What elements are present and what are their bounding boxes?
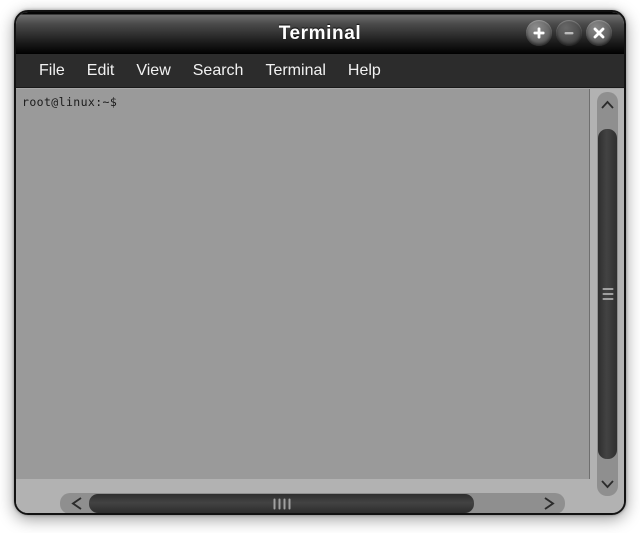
scroll-right-button[interactable] xyxy=(533,493,563,513)
scroll-up-button[interactable] xyxy=(597,92,618,118)
vertical-scrollbar-thumb[interactable] xyxy=(598,129,617,459)
window-controls xyxy=(526,20,612,46)
titlebar[interactable]: Terminal xyxy=(16,12,624,54)
scroll-down-button[interactable] xyxy=(597,470,618,496)
scroll-left-button[interactable] xyxy=(62,493,92,513)
minimize-button[interactable] xyxy=(556,20,582,46)
menu-item-terminal[interactable]: Terminal xyxy=(254,59,336,83)
terminal-output-area[interactable]: root@linux:~$ xyxy=(16,89,590,479)
horizontal-scrollbar[interactable] xyxy=(16,489,590,513)
maximize-button[interactable] xyxy=(526,20,552,46)
menu-item-search[interactable]: Search xyxy=(182,59,255,83)
menu-item-view[interactable]: View xyxy=(125,59,181,83)
terminal-prompt-line: root@linux:~$ xyxy=(22,95,118,109)
menubar: File Edit View Search Terminal Help xyxy=(16,54,624,88)
client-area: root@linux:~$ xyxy=(16,89,624,513)
terminal-window: Terminal File Edit View Search Terminal … xyxy=(14,10,626,515)
vertical-thumb-grip-icon xyxy=(602,288,613,300)
menu-item-help[interactable]: Help xyxy=(337,59,392,83)
horizontal-scrollbar-thumb[interactable] xyxy=(89,494,474,513)
close-button[interactable] xyxy=(586,20,612,46)
vertical-scrollbar[interactable] xyxy=(590,89,624,501)
horizontal-thumb-grip-icon xyxy=(273,498,290,509)
menu-item-edit[interactable]: Edit xyxy=(76,59,126,83)
menu-item-file[interactable]: File xyxy=(28,59,76,83)
